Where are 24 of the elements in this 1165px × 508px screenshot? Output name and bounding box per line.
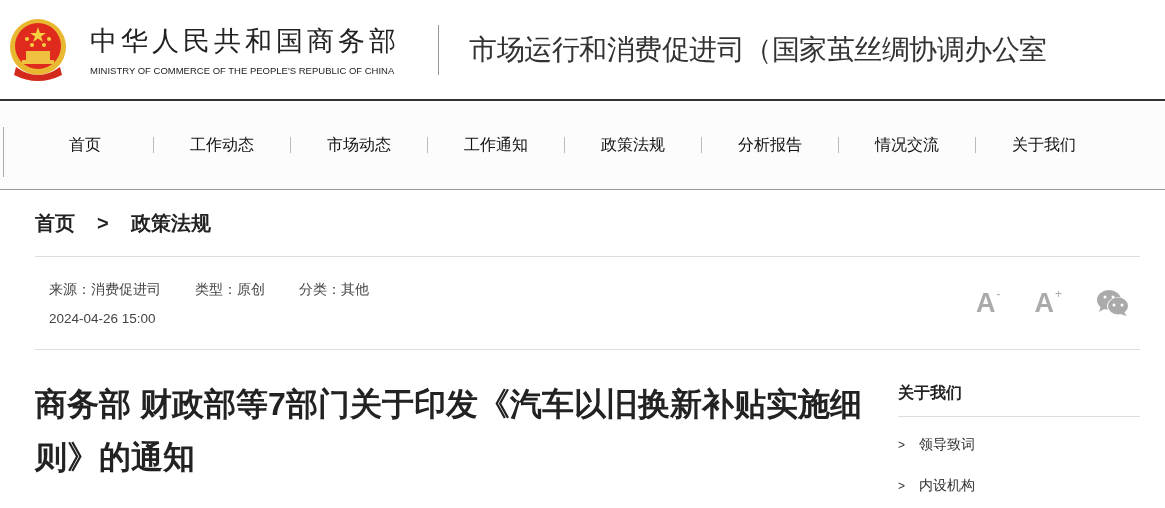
breadcrumb-home-link[interactable]: 首页 [35, 209, 75, 237]
type-label: 类型：原创 [195, 280, 265, 299]
sidebar-link[interactable]: > 内设机构 [898, 465, 1140, 506]
nav-link[interactable]: 市场动态 [291, 134, 427, 156]
sidebar-link[interactable]: > 领导致词 [898, 424, 1140, 465]
nav-link[interactable]: 分析报告 [702, 134, 838, 156]
nav-link[interactable]: 关于我们 [976, 134, 1112, 156]
national-emblem-icon [8, 16, 68, 83]
nav-link[interactable]: 首页 [17, 134, 153, 156]
category-label: 分类：其他 [299, 280, 369, 299]
nav-link[interactable]: 工作动态 [154, 134, 290, 156]
nav-link[interactable]: 政策法规 [565, 134, 701, 156]
source-label: 来源：消费促进司 [49, 280, 161, 299]
article-title: 商务部 财政部等7部门关于印发《汽车以旧换新补贴实施细则》的通知 [35, 385, 863, 477]
publish-date: 2024-04-26 15:00 [49, 310, 157, 326]
ministry-name: 中华人民共和国商务部 [90, 25, 400, 58]
chat-bubbles-icon[interactable] [1096, 289, 1130, 317]
nav-link[interactable]: 工作通知 [428, 134, 564, 156]
department-title: 市场运行和消费促进司（国家茧丝绸协调办公室 [469, 32, 1047, 67]
breadcrumb-current-link[interactable]: 政策法规 [130, 209, 211, 237]
sidebar-title: 关于我们 [898, 378, 1140, 417]
nav-link[interactable]: 情况交流 [839, 134, 975, 156]
breadcrumb-separator: > [97, 211, 109, 235]
ministry-english-name: MINISTRY OF COMMERCE OF THE PEOPLE'S REPUBLIC OF CHINA [90, 65, 396, 76]
